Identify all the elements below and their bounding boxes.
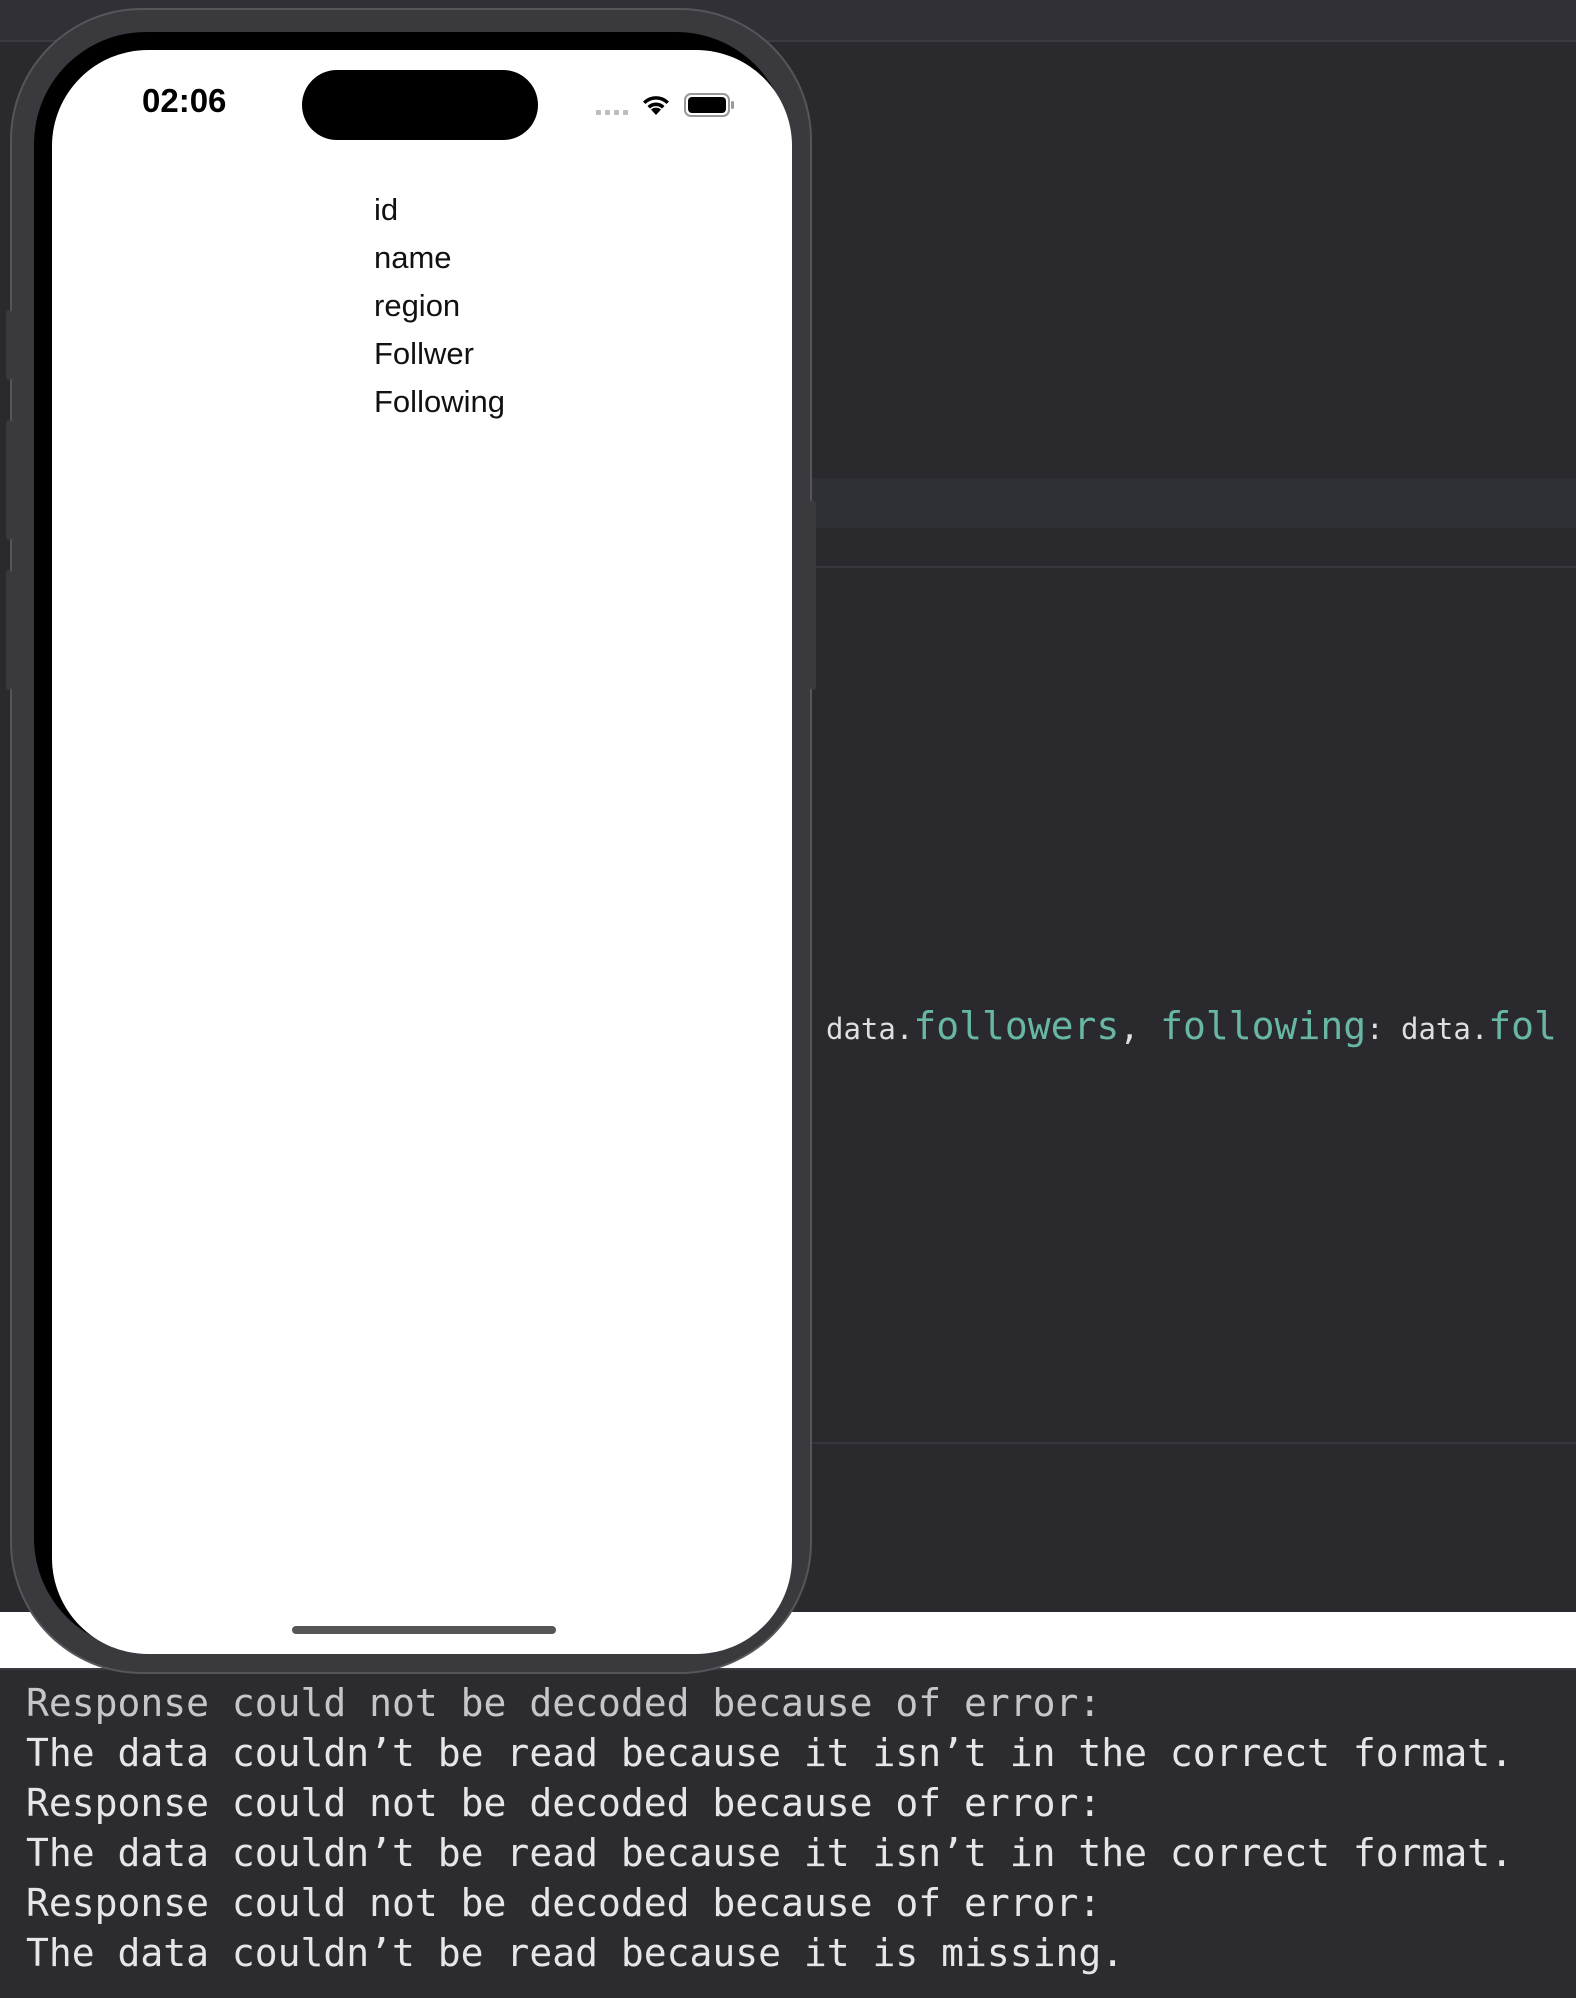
- field-following-label: Following: [374, 384, 505, 419]
- action-button[interactable]: [6, 310, 12, 380]
- phone-bezel: 02:06 id name region Follwer Following: [34, 32, 792, 1654]
- volume-up-button[interactable]: [6, 420, 12, 540]
- console-line: The data couldn’t be read because it isn…: [26, 1831, 1514, 1875]
- code-line[interactable]: data.followers, following: data.fol: [826, 1004, 1557, 1048]
- field-follower-label: Follwer: [374, 336, 474, 371]
- cellular-signal-icon: [596, 95, 628, 115]
- field-id-label: id: [374, 192, 399, 227]
- console-line: Response could not be decoded because of…: [26, 1881, 1102, 1925]
- code-token: : data.: [1366, 1012, 1489, 1046]
- volume-down-button[interactable]: [6, 570, 12, 690]
- iphone-simulator[interactable]: 02:06 id name region Follwer Following: [6, 10, 816, 1672]
- current-line-highlight: [800, 478, 1576, 528]
- console-line: Response could not be decoded because of…: [26, 1681, 1102, 1725]
- editor-divider: [800, 566, 1576, 568]
- home-indicator[interactable]: [292, 1626, 556, 1634]
- console-line: The data couldn’t be read because it is …: [26, 1931, 1125, 1975]
- power-button[interactable]: [810, 500, 816, 690]
- console-output: Response could not be decoded because of…: [26, 1678, 1513, 1978]
- status-time: 02:06: [142, 82, 227, 119]
- status-icons: [596, 92, 736, 118]
- console-line: The data couldn’t be read because it isn…: [26, 1731, 1514, 1775]
- field-region-label: region: [374, 288, 461, 323]
- phone-screen[interactable]: 02:06 id name region Follwer Following: [52, 50, 792, 1654]
- code-token-property: fol: [1488, 1004, 1557, 1048]
- profile-field-list: id name region Follwer Following: [374, 186, 505, 426]
- console-line: Response could not be decoded because of…: [26, 1781, 1102, 1825]
- battery-icon: [684, 93, 734, 117]
- editor-divider: [800, 1442, 1576, 1444]
- code-token-property: following: [1160, 1004, 1367, 1048]
- dynamic-island: [302, 70, 538, 140]
- debug-console[interactable]: Response could not be decoded because of…: [0, 1668, 1576, 1998]
- code-token-property: followers: [913, 1004, 1120, 1048]
- code-token: ,: [1119, 1008, 1161, 1048]
- field-name-label: name: [374, 240, 452, 275]
- code-token: data.: [826, 1012, 914, 1046]
- wifi-icon: [643, 96, 669, 115]
